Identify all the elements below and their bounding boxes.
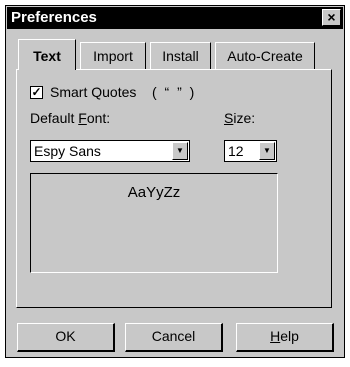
cancel-button-label: Cancel	[151, 328, 196, 344]
size-value: 12	[228, 143, 244, 159]
dropdown-arrow-icon[interactable]: ▼	[259, 142, 275, 160]
tab-text-label: Text	[33, 48, 61, 64]
smart-quotes-sample: ( “ ” )	[152, 84, 197, 100]
dropdown-arrow-icon[interactable]: ▼	[172, 142, 188, 160]
smart-quotes-label[interactable]: Smart Quotes	[50, 84, 136, 100]
font-preview-text: AaYyZz	[127, 184, 181, 201]
close-button[interactable]: ×	[322, 9, 341, 26]
font-preview-box: AaYyZz	[30, 173, 278, 273]
tab-auto-create[interactable]: Auto-Create	[215, 42, 315, 69]
ok-button[interactable]: OK	[17, 323, 115, 352]
tab-install[interactable]: Install	[150, 42, 211, 69]
size-dropdown[interactable]: 12 ▼	[224, 140, 277, 162]
ok-button-label: OK	[55, 328, 76, 344]
title-bar[interactable]: Preferences ×	[7, 7, 343, 29]
smart-quotes-checkbox[interactable]: ✓	[30, 86, 43, 99]
tab-auto-create-label: Auto-Create	[227, 48, 303, 64]
tab-text[interactable]: Text	[18, 39, 76, 70]
default-font-label: Default Font:	[30, 110, 111, 126]
tab-install-label: Install	[162, 48, 199, 64]
default-font-value: Espy Sans	[34, 143, 101, 159]
close-icon: ×	[327, 9, 336, 25]
help-button[interactable]: Help	[236, 323, 334, 352]
tab-import[interactable]: Import	[80, 42, 146, 69]
tab-import-label: Import	[93, 48, 133, 64]
dialog-title: Preferences	[11, 9, 97, 26]
help-button-label: Help	[270, 328, 299, 344]
checkmark-icon: ✓	[31, 85, 42, 99]
default-font-dropdown[interactable]: Espy Sans ▼	[30, 140, 190, 162]
size-label: Size:	[224, 110, 256, 126]
cancel-button[interactable]: Cancel	[125, 323, 223, 352]
